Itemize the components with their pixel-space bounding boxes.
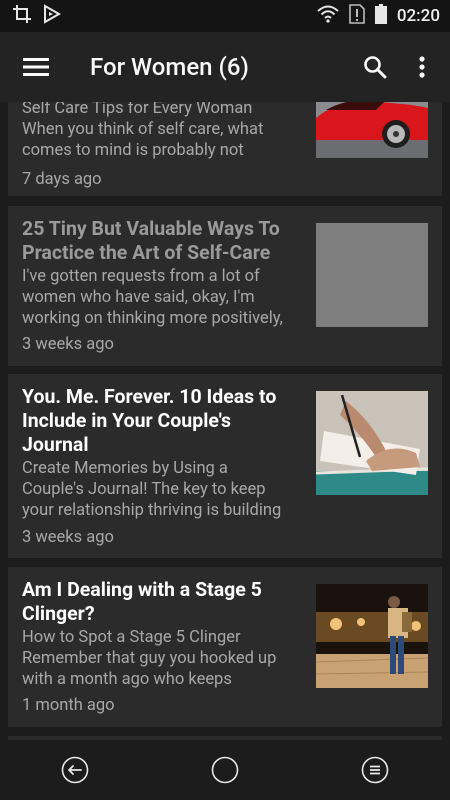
overflow-menu-button[interactable] [400,32,444,102]
article-excerpt: How to Spot a Stage 5 Clinger Remember t… [22,628,277,689]
article-thumbnail [316,391,428,495]
article-title: 25 Tiny But Valuable Ways To Practice th… [22,217,280,264]
article-title: Am I Dealing with a Stage 5 Clinger? [22,578,262,625]
menu-button[interactable] [0,32,72,102]
no-sim-alert-icon [349,4,365,28]
back-arrow-icon [61,756,89,784]
article-date: 1 month ago [22,696,115,715]
article-card[interactable]: Self Care Tips for Every Woman When you … [8,102,442,196]
play-store-icon [42,4,62,28]
page-title: For Women (6) [90,53,249,81]
search-icon [364,56,387,79]
article-title: You. Me. Forever. 10 Ideas to Include in… [22,385,277,456]
back-button[interactable] [45,740,105,800]
article-card[interactable]: You. Me. Forever. 10 Ideas to Include in… [8,374,442,558]
navigation-bar [0,740,450,800]
article-thumbnail [316,102,428,158]
article-excerpt: I've gotten requests from a lot of women… [22,267,283,328]
article-card[interactable]: 25 Tiny But Valuable Ways To Practice th… [8,206,442,366]
battery-icon [374,4,387,28]
app-bar: For Women (6) [0,32,450,102]
clock: 02:20 [396,6,440,26]
article-card[interactable]: Am I Dealing with a Stage 5 Clinger? How… [8,567,442,727]
status-bar: 02:20 [0,0,450,32]
article-thumbnail [316,223,428,327]
article-list[interactable]: Self Care Tips for Every Woman When you … [0,102,450,740]
home-button[interactable] [195,740,255,800]
article-excerpt: Self Care Tips for Every Woman When you … [22,102,264,160]
menu-lines-icon [361,756,389,784]
article-date: 3 weeks ago [22,335,114,354]
more-vert-icon [419,56,425,78]
crop-icon [12,4,32,28]
hamburger-menu-icon [23,58,49,76]
search-button[interactable] [350,32,400,102]
article-date: 7 days ago [22,170,102,189]
article-thumbnail [316,584,428,688]
home-circle-icon [211,756,239,784]
wifi-icon [317,5,339,27]
article-date: 3 weeks ago [22,528,114,547]
article-excerpt: Create Memories by Using a Couple's Jour… [22,459,282,520]
recents-button[interactable] [345,740,405,800]
